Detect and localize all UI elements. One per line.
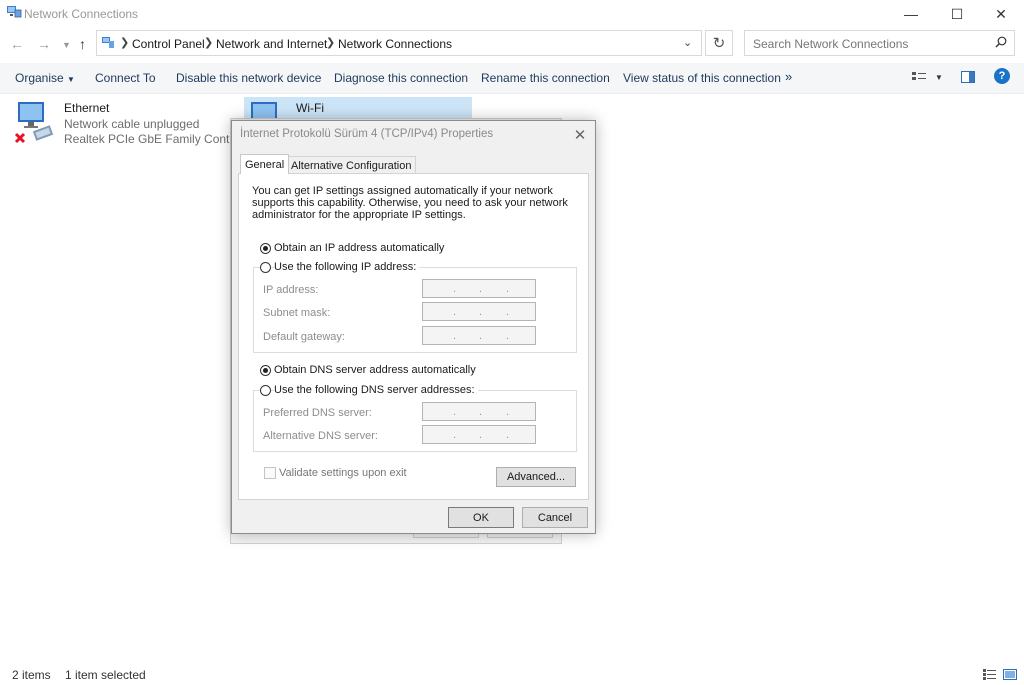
view-status-button[interactable]: View status of this connection (623, 71, 781, 85)
use-following-dns-radio[interactable] (260, 385, 271, 396)
search-icon (995, 36, 1007, 51)
use-following-dns-label[interactable]: Use the following DNS server addresses: (274, 384, 478, 396)
breadcrumb-network-and-internet[interactable]: Network and Internet (216, 37, 327, 51)
ethernet-icon (14, 100, 58, 146)
organise-label: Organise (15, 71, 64, 85)
ethernet-device: Realtek PCIe GbE Family Controller (64, 132, 257, 146)
address-bar[interactable]: ❯ Control Panel ❯ Network and Internet ❯… (96, 30, 702, 56)
ethernet-name[interactable]: Ethernet (64, 101, 109, 115)
ip-address-field: ... (422, 279, 536, 298)
maximize-button[interactable]: ☐ (934, 0, 980, 28)
diagnose-button[interactable]: Diagnose this connection (334, 71, 468, 85)
chevron-down-icon: ▼ (67, 75, 75, 84)
breadcrumb-network-connections[interactable]: Network Connections (338, 37, 452, 51)
tab-alternative-configuration[interactable]: Alternative Configuration (286, 156, 417, 174)
obtain-dns-auto-radio[interactable] (260, 365, 271, 376)
cancel-button[interactable]: Cancel (522, 507, 588, 528)
preferred-dns-label: Preferred DNS server: (263, 407, 372, 419)
use-following-ip-radio[interactable] (260, 262, 271, 273)
validate-settings-label[interactable]: Validate settings upon exit (279, 467, 407, 479)
refresh-button[interactable]: ↻ (705, 30, 733, 56)
wifi-name[interactable]: Wi-Fi (296, 101, 324, 115)
close-button[interactable]: ✕ (978, 0, 1024, 28)
preferred-dns-field: ... (422, 402, 536, 421)
default-gateway-field: ... (422, 326, 536, 345)
command-bar: Organise ▼ Connect To Disable this netwo… (0, 63, 1024, 94)
minimize-button[interactable]: — (888, 0, 934, 28)
network-connections-icon (6, 5, 22, 19)
help-icon[interactable]: ? (994, 68, 1010, 84)
location-icon (101, 36, 115, 52)
dialog-title: İnternet Protokolü Sürüm 4 (TCP/IPv4) Pr… (240, 128, 494, 140)
alternative-dns-field: ... (422, 425, 536, 444)
selection-count: 1 item selected (65, 668, 146, 682)
breadcrumb-separator-icon: ❯ (204, 37, 214, 49)
disable-device-button[interactable]: Disable this network device (176, 71, 321, 85)
search-input[interactable] (751, 35, 985, 53)
breadcrumb-separator-icon: ❯ (120, 37, 130, 49)
subnet-mask-label: Subnet mask: (263, 307, 331, 319)
connect-to-button[interactable]: Connect To (95, 71, 156, 85)
tab-general[interactable]: General (240, 154, 290, 174)
window-title: Network Connections (24, 7, 139, 21)
rename-button[interactable]: Rename this connection (481, 71, 610, 85)
search-box[interactable] (744, 30, 1015, 56)
back-arrow-icon[interactable]: ← (10, 36, 24, 52)
advanced-button[interactable]: Advanced... (496, 467, 576, 487)
subnet-mask-field: ... (422, 302, 536, 321)
change-view-icon[interactable] (912, 71, 926, 86)
ip-settings-description: You can get IP settings assigned automat… (252, 185, 568, 221)
title-bar: Network Connections — ☐ ✕ (0, 0, 1024, 28)
general-panel: You can get IP settings assigned automat… (238, 173, 589, 500)
breadcrumb-control-panel[interactable]: Control Panel (132, 37, 205, 51)
ok-button[interactable]: OK (448, 507, 514, 528)
breadcrumb-separator-icon: ❯ (326, 37, 336, 49)
ipv4-properties-dialog: İnternet Protokolü Sürüm 4 (TCP/IPv4) Pr… (231, 120, 596, 534)
obtain-ip-auto-label[interactable]: Obtain an IP address automatically (274, 242, 444, 254)
organise-menu[interactable]: Organise ▼ (15, 71, 75, 85)
address-dropdown-icon[interactable]: ⌄ (683, 36, 692, 49)
alternative-dns-label: Alternative DNS server: (263, 430, 378, 442)
obtain-ip-auto-radio[interactable] (260, 243, 271, 254)
obtain-dns-auto-label[interactable]: Obtain DNS server address automatically (274, 364, 476, 376)
recent-locations-icon[interactable]: ▼ (62, 40, 71, 50)
more-commands-button[interactable]: » (785, 69, 792, 84)
use-following-ip-label[interactable]: Use the following IP address: (274, 261, 420, 273)
details-view-icon[interactable] (983, 669, 996, 683)
validate-settings-checkbox[interactable] (264, 467, 276, 479)
large-icons-view-icon[interactable] (1003, 669, 1017, 683)
ethernet-status: Network cable unplugged (64, 117, 200, 131)
up-arrow-icon[interactable]: ↑ (79, 36, 86, 52)
forward-arrow-icon[interactable]: → (37, 36, 51, 52)
view-options-chevron-icon[interactable]: ▼ (935, 73, 943, 82)
ip-address-label: IP address: (263, 284, 319, 296)
item-count: 2 items (12, 668, 51, 682)
preview-pane-icon[interactable] (961, 71, 975, 86)
default-gateway-label: Default gateway: (263, 331, 345, 343)
dialog-close-icon[interactable]: ✕ (570, 125, 590, 145)
